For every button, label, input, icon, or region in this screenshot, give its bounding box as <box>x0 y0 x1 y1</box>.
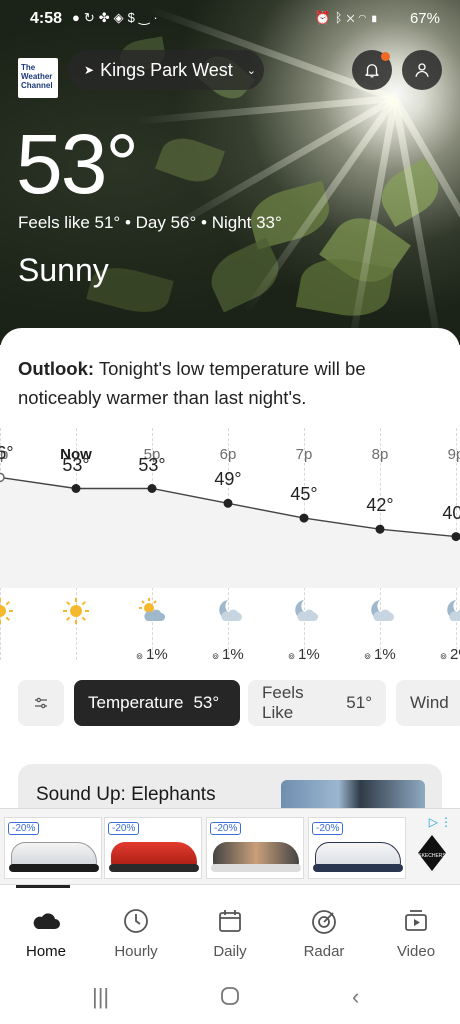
video-icon <box>405 910 427 931</box>
nav-label: Daily <box>213 943 247 960</box>
ad-product[interactable]: -20% <box>206 817 304 879</box>
chart-settings-button[interactable] <box>18 680 64 726</box>
recent-apps-icon[interactable]: ||| <box>92 984 109 1010</box>
nav-label: Home <box>25 943 66 960</box>
weather-channel-logo[interactable]: The Weather Channel <box>18 58 58 98</box>
signal-icon: ▮ <box>370 10 382 25</box>
nav-label: Video <box>396 943 436 960</box>
temperature-point <box>223 498 233 508</box>
temperature-point <box>71 484 81 493</box>
mute-icon: ✕ <box>346 10 359 25</box>
money-icon: $ <box>127 10 139 25</box>
nav-hourly[interactable]: Hourly <box>90 885 182 975</box>
forecast-sheet: Outlook: Tonight's low temperature will … <box>0 328 460 824</box>
calendar-icon <box>219 910 241 932</box>
feels-like-chip-label: Feels Like <box>262 683 304 722</box>
system-navigation-bar: ||| ‹ <box>0 980 460 1024</box>
wind-chip-label: Wind <box>410 693 449 712</box>
temperature-graph <box>0 472 460 588</box>
outlook-label: Outlook: <box>18 358 95 379</box>
temperature-point <box>0 472 5 483</box>
wifi-calling-icon: ◈ <box>113 10 128 25</box>
temperature-chip-label: Temperature <box>88 693 184 712</box>
temperature-chip[interactable]: Temperature 53° <box>74 680 240 726</box>
fan-icon: ✤ <box>98 10 114 25</box>
ad-product[interactable]: -20% <box>104 817 202 879</box>
battery-level: 67% <box>409 10 440 27</box>
foliage-decoration <box>154 130 226 190</box>
outlook-text: Outlook: Tonight's low temperature will … <box>18 354 438 412</box>
active-indicator <box>16 885 70 888</box>
hourly-forecast-strip[interactable]: 4p56°Now53°5p๏ 1%53°6p๏ 1%49°7p๏ 1%45°8p… <box>0 428 460 668</box>
location-arrow-icon: ➤ <box>84 63 95 77</box>
system-icons: ⏰ᛒ✕◠▮ <box>315 10 382 26</box>
feels-like-chip[interactable]: Feels Like 51° <box>248 680 386 726</box>
status-bar: 4:58 ●↻✤◈$‿· ⏰ᛒ✕◠▮ 67% <box>0 6 460 32</box>
discount-badge: -20% <box>210 822 242 835</box>
home-button-icon[interactable] <box>220 986 240 1012</box>
feels-like-chip-value: 51° <box>346 693 372 712</box>
dot-icon: · <box>153 10 162 25</box>
wifi-icon: ◠ <box>358 10 371 25</box>
radar-icon <box>312 910 336 934</box>
discount-badge: -20% <box>312 822 344 835</box>
temperature-area <box>0 477 460 588</box>
shoe-sole <box>313 864 403 872</box>
more-options-icon[interactable]: ⋮ <box>440 815 452 829</box>
nav-label: Radar <box>303 943 345 960</box>
clock-icon <box>124 909 148 933</box>
video-card-title: Sound Up: Elephants <box>36 784 216 805</box>
ad-banner[interactable]: -20% -20% -20% -20% SKECHERS ▷ ⋮ <box>0 808 460 884</box>
shoe-sole <box>211 864 301 872</box>
temperature-point <box>299 513 309 523</box>
notifications-button[interactable] <box>352 50 392 90</box>
ad-product[interactable]: -20% <box>4 817 102 879</box>
cloud-icon <box>33 913 60 929</box>
location-name: Kings Park West <box>100 59 233 80</box>
back-icon[interactable]: ‹ <box>352 984 359 1010</box>
temperature-point <box>375 524 385 534</box>
nav-home[interactable]: Home <box>0 885 92 975</box>
wind-chip[interactable]: Wind <box>396 680 460 726</box>
sliders-icon <box>35 697 47 709</box>
nav-video[interactable]: Video <box>370 885 460 975</box>
bluetooth-icon: ᛒ <box>334 10 347 25</box>
logo-text: The Weather Channel <box>21 63 53 90</box>
bell-icon <box>365 64 379 78</box>
notification-dot <box>381 52 390 61</box>
alarm-icon: ⏰ <box>314 10 335 25</box>
nav-radar[interactable]: Radar <box>278 885 370 975</box>
misc-icon: ‿ <box>138 10 154 25</box>
profile-button[interactable] <box>402 50 442 90</box>
adchoices-icon[interactable]: ▷ <box>429 815 438 829</box>
ad-product[interactable]: -20% <box>308 817 406 879</box>
current-temperature: 53° <box>16 117 139 211</box>
hero-section: 4:58 ●↻✤◈$‿· ⏰ᛒ✕◠▮ 67% The Weather Chann… <box>0 0 460 345</box>
nav-label: Hourly <box>114 943 158 960</box>
message-icon: ● <box>72 10 84 25</box>
temperature-point <box>147 484 157 493</box>
metric-chips: Temperature 53° Feels Like 51° Wind <box>0 680 460 728</box>
nav-daily[interactable]: Daily <box>184 885 276 975</box>
chevron-down-icon: ⌄ <box>246 64 256 77</box>
shoe-sole <box>109 864 199 872</box>
shoe-sole <box>9 864 99 872</box>
feels-like-summary: Feels like 51° • Day 56° • Night 33° <box>18 213 282 232</box>
svg-text:SKECHERS: SKECHERS <box>418 853 446 859</box>
current-condition: Sunny <box>18 252 109 288</box>
sync-icon: ↻ <box>83 10 99 25</box>
discount-badge: -20% <box>8 822 40 835</box>
bottom-navigation: Home Hourly Daily Radar Video <box>0 884 460 980</box>
discount-badge: -20% <box>108 822 140 835</box>
temperature-chip-value: 53° <box>193 693 220 712</box>
user-icon <box>415 63 429 77</box>
status-time: 4:58 <box>30 10 63 27</box>
notification-icons: ●↻✤◈$‿· <box>72 10 162 26</box>
location-selector[interactable]: ➤ Kings Park West ⌄ <box>68 50 264 90</box>
